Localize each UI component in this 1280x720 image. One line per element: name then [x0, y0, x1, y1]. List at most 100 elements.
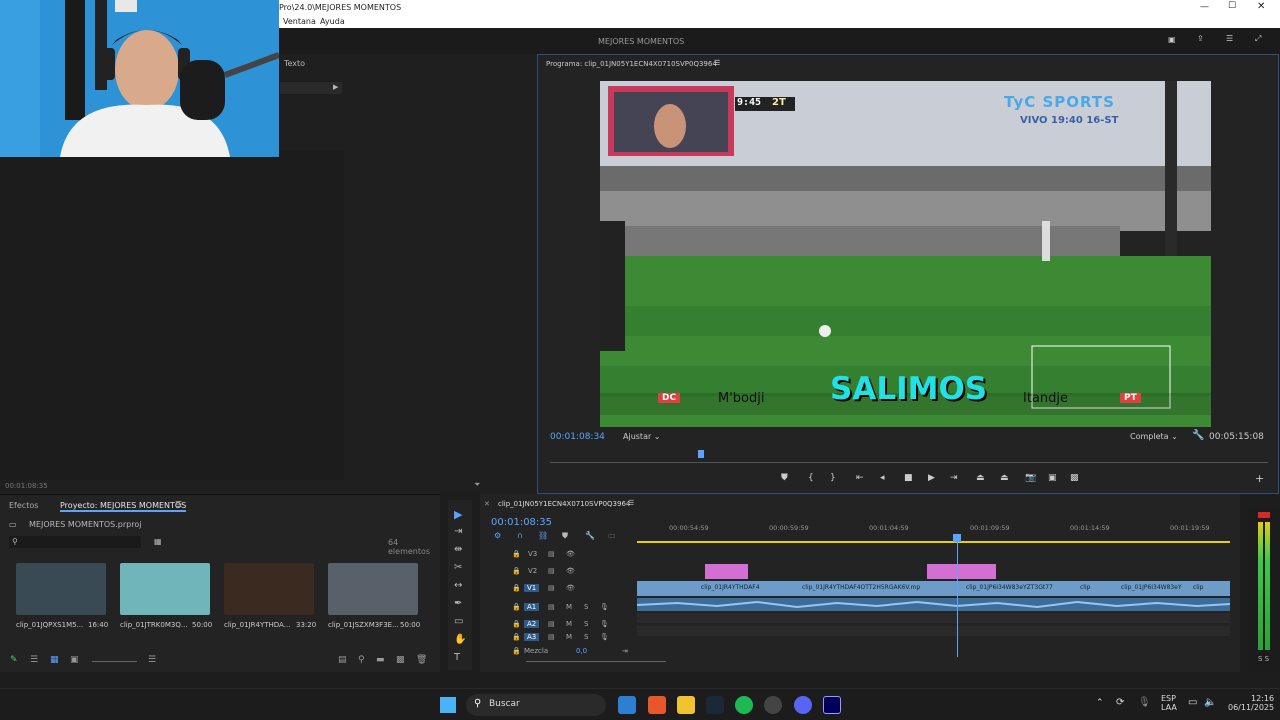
taskbar-search[interactable]: ⚲ Buscar: [466, 694, 606, 716]
new-bin-icon[interactable]: ▦: [154, 537, 162, 546]
mark-out-icon[interactable]: }: [830, 473, 836, 483]
chevron-up-icon[interactable]: ⌃: [1096, 698, 1104, 708]
hand-tool-icon[interactable]: ✋: [454, 634, 466, 645]
icon-view-icon[interactable]: ▦: [50, 655, 59, 665]
extract-icon[interactable]: ⏏: [1000, 473, 1009, 483]
lift-icon[interactable]: ⏏: [976, 473, 985, 483]
program-playhead[interactable]: [698, 450, 704, 458]
microphone-tray-icon[interactable]: 🎙: [1138, 697, 1151, 708]
quality-dropdown[interactable]: Completa ⌄: [1130, 432, 1178, 441]
lock-icon[interactable]: 🔒: [512, 633, 521, 641]
camera-icon[interactable]: 📷: [1025, 473, 1036, 483]
close-icon[interactable]: ✕: [484, 500, 490, 508]
quick-export-icon[interactable]: ▣: [1168, 35, 1176, 44]
lock-icon[interactable]: 🔒: [512, 567, 521, 575]
a1-audio-clip[interactable]: [636, 598, 1231, 611]
lock-icon[interactable]: 🔒: [512, 620, 521, 628]
close-button[interactable]: ✕: [1257, 1, 1265, 12]
marker-icon[interactable]: ⛊: [781, 473, 788, 483]
list-view-icon[interactable]: ☰: [30, 655, 38, 665]
wrench-icon[interactable]: 🔧: [585, 531, 595, 540]
sync-icon[interactable]: ▤: [548, 584, 555, 592]
lock-icon[interactable]: 🔒: [512, 550, 521, 558]
microphone-icon[interactable]: 🎙: [600, 633, 609, 641]
file-explorer-icon[interactable]: [677, 696, 695, 714]
project-menu-icon[interactable]: ☰: [175, 500, 182, 509]
clip-thumb[interactable]: clip_01JTRK0M3Q... 50:00: [120, 563, 212, 629]
automate-icon[interactable]: ▤: [338, 655, 347, 665]
mute-button[interactable]: M: [566, 620, 572, 628]
selection-tool-icon[interactable]: ▶: [454, 508, 462, 521]
mute-button[interactable]: M: [566, 603, 572, 611]
chrome-icon[interactable]: [764, 696, 782, 714]
time-ruler[interactable]: 00:00:54:59 00:00:59:59 00:01:04:59 00:0…: [637, 522, 1230, 536]
language-indicator[interactable]: ESP LAA: [1161, 694, 1177, 712]
solo-button[interactable]: S: [584, 633, 588, 641]
timeline-playhead[interactable]: [957, 534, 958, 657]
lock-icon[interactable]: 🔒: [512, 584, 521, 592]
eye-icon[interactable]: 👁: [566, 550, 575, 558]
sync-icon[interactable]: ▤: [548, 633, 555, 641]
mix-value[interactable]: 0,0: [576, 647, 587, 655]
go-to-out-icon[interactable]: ⇥: [950, 473, 958, 483]
track-header-v3[interactable]: 🔒 V3 ▤ 👁: [500, 550, 630, 562]
lock-icon[interactable]: 🔒: [512, 647, 521, 655]
sequence-menu-icon[interactable]: ☰: [628, 499, 634, 507]
work-area-bar[interactable]: [637, 541, 1230, 543]
text-row[interactable]: ▶: [280, 82, 342, 94]
microphone-icon[interactable]: 🎙: [600, 603, 609, 611]
mark-in-icon[interactable]: {: [808, 473, 814, 483]
menu-ventana[interactable]: Ventana: [283, 17, 316, 26]
stop-icon[interactable]: ■: [904, 473, 913, 483]
clip-thumb[interactable]: clip_01JQPXS1M5... 16:40: [16, 563, 108, 629]
new-folder-icon[interactable]: ▬: [376, 655, 385, 665]
timeline-timecode[interactable]: 00:01:08:35: [491, 517, 552, 528]
network-icon[interactable]: ▭: [1188, 697, 1197, 708]
playhead-handle[interactable]: [953, 534, 961, 542]
find-icon[interactable]: ⚲: [358, 655, 365, 665]
v2-clip-pink[interactable]: [705, 564, 748, 579]
tab-project[interactable]: Proyecto: MEJORES MOMENTOS: [60, 501, 187, 512]
fit-dropdown[interactable]: Ajustar ⌄: [623, 432, 661, 441]
share-icon[interactable]: ⇪: [1197, 34, 1204, 43]
track-header-a3[interactable]: 🔒 A3 ▤ M S 🎙: [500, 633, 630, 645]
sync-icon[interactable]: ▤: [548, 620, 555, 628]
v1-clip-strip[interactable]: clip_01JR4YTHDAF4 clip_01JR4YTHDAF4OTT2H…: [637, 581, 1230, 596]
menu-ayuda[interactable]: Ayuda: [320, 17, 345, 26]
timeline-zoom-scrollbar[interactable]: [526, 661, 666, 662]
program-scrubber[interactable]: [550, 462, 1268, 463]
sync-icon[interactable]: ▤: [548, 603, 555, 611]
rectangle-tool-icon[interactable]: ▭: [454, 616, 463, 627]
tab-effects[interactable]: Efectos: [9, 501, 38, 510]
step-back-icon[interactable]: ◂: [880, 473, 885, 483]
menu-icon[interactable]: ☰: [1226, 34, 1233, 43]
nest-icon[interactable]: ⚙: [494, 531, 501, 540]
premiere-pro-icon[interactable]: [823, 696, 841, 714]
clock[interactable]: 12:16 06/11/2025: [1228, 694, 1274, 712]
lock-icon[interactable]: 🔒: [512, 603, 521, 611]
eye-icon[interactable]: 👁: [566, 584, 575, 592]
brave-browser-icon[interactable]: [648, 696, 666, 714]
add-marker-icon[interactable]: ⛊: [562, 531, 568, 541]
go-to-in-icon[interactable]: ⇤: [856, 473, 864, 483]
a2-track-empty[interactable]: [637, 613, 1230, 623]
solo-button[interactable]: S: [584, 603, 588, 611]
sync-icon[interactable]: ▤: [548, 567, 555, 575]
play-icon[interactable]: ▶: [928, 473, 935, 483]
clip-thumb[interactable]: clip_01JSZXM3F3E... 50:00: [328, 563, 420, 629]
sync-tray-icon[interactable]: ⟳: [1116, 697, 1124, 708]
a3-track-empty[interactable]: [637, 626, 1230, 636]
v2-clip-pink[interactable]: [927, 564, 996, 579]
delete-icon[interactable]: 🗑: [416, 655, 427, 665]
clip-thumb[interactable]: clip_01JR4YTHDA... 33:20: [224, 563, 316, 629]
mute-button[interactable]: M: [566, 633, 572, 641]
eye-icon[interactable]: 👁: [566, 567, 575, 575]
steam-icon[interactable]: [706, 696, 724, 714]
project-search-input[interactable]: ⚲: [9, 536, 141, 548]
track-header-a2[interactable]: 🔒 A2 ▤ M S 🎙: [500, 620, 630, 632]
track-header-v2[interactable]: 🔒 V2 ▤ 👁: [500, 567, 630, 579]
razor-tool-icon[interactable]: ✂: [454, 562, 462, 573]
program-current-timecode[interactable]: 00:01:08:34: [550, 432, 605, 442]
windows-start-icon[interactable]: [440, 697, 456, 713]
compare-icon[interactable]: ▣: [1048, 473, 1057, 483]
